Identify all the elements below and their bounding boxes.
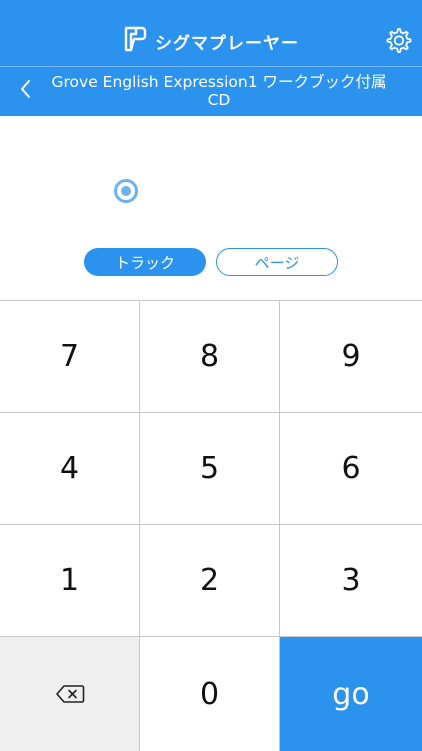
app-title: シグマプレーヤー bbox=[155, 33, 299, 54]
key-9[interactable]: 9 bbox=[280, 301, 422, 413]
mode-toggle: トラック ページ bbox=[0, 248, 422, 278]
app-bar: シグマプレーヤー bbox=[0, 0, 422, 66]
back-button[interactable] bbox=[12, 77, 40, 105]
key-5[interactable]: 5 bbox=[140, 413, 280, 525]
target-icon bbox=[113, 178, 139, 204]
settings-button[interactable] bbox=[382, 27, 414, 59]
sigma-logo-icon bbox=[123, 25, 147, 57]
key-4[interactable]: 4 bbox=[0, 413, 140, 525]
album-header: Grove English Expression1 ワークブック付属CD bbox=[0, 66, 422, 116]
delete-button[interactable] bbox=[0, 637, 140, 751]
key-2[interactable]: 2 bbox=[140, 525, 280, 637]
track-mode-button[interactable]: トラック bbox=[84, 248, 206, 276]
key-3[interactable]: 3 bbox=[280, 525, 422, 637]
key-7[interactable]: 7 bbox=[0, 301, 140, 413]
track-display: トラック ページ bbox=[0, 116, 422, 300]
key-8[interactable]: 8 bbox=[140, 301, 280, 413]
key-6[interactable]: 6 bbox=[280, 413, 422, 525]
number-keypad: 7 8 9 4 5 6 1 2 3 0 go bbox=[0, 300, 422, 751]
chevron-left-icon bbox=[18, 78, 34, 104]
key-0[interactable]: 0 bbox=[140, 637, 280, 751]
album-title: Grove English Expression1 ワークブック付属CD bbox=[51, 73, 387, 109]
gear-icon bbox=[383, 26, 413, 60]
backspace-icon bbox=[55, 677, 85, 712]
page-mode-button[interactable]: ページ bbox=[216, 248, 338, 276]
key-1[interactable]: 1 bbox=[0, 525, 140, 637]
go-button[interactable]: go bbox=[280, 637, 422, 751]
brand: シグマプレーヤー bbox=[0, 26, 422, 56]
